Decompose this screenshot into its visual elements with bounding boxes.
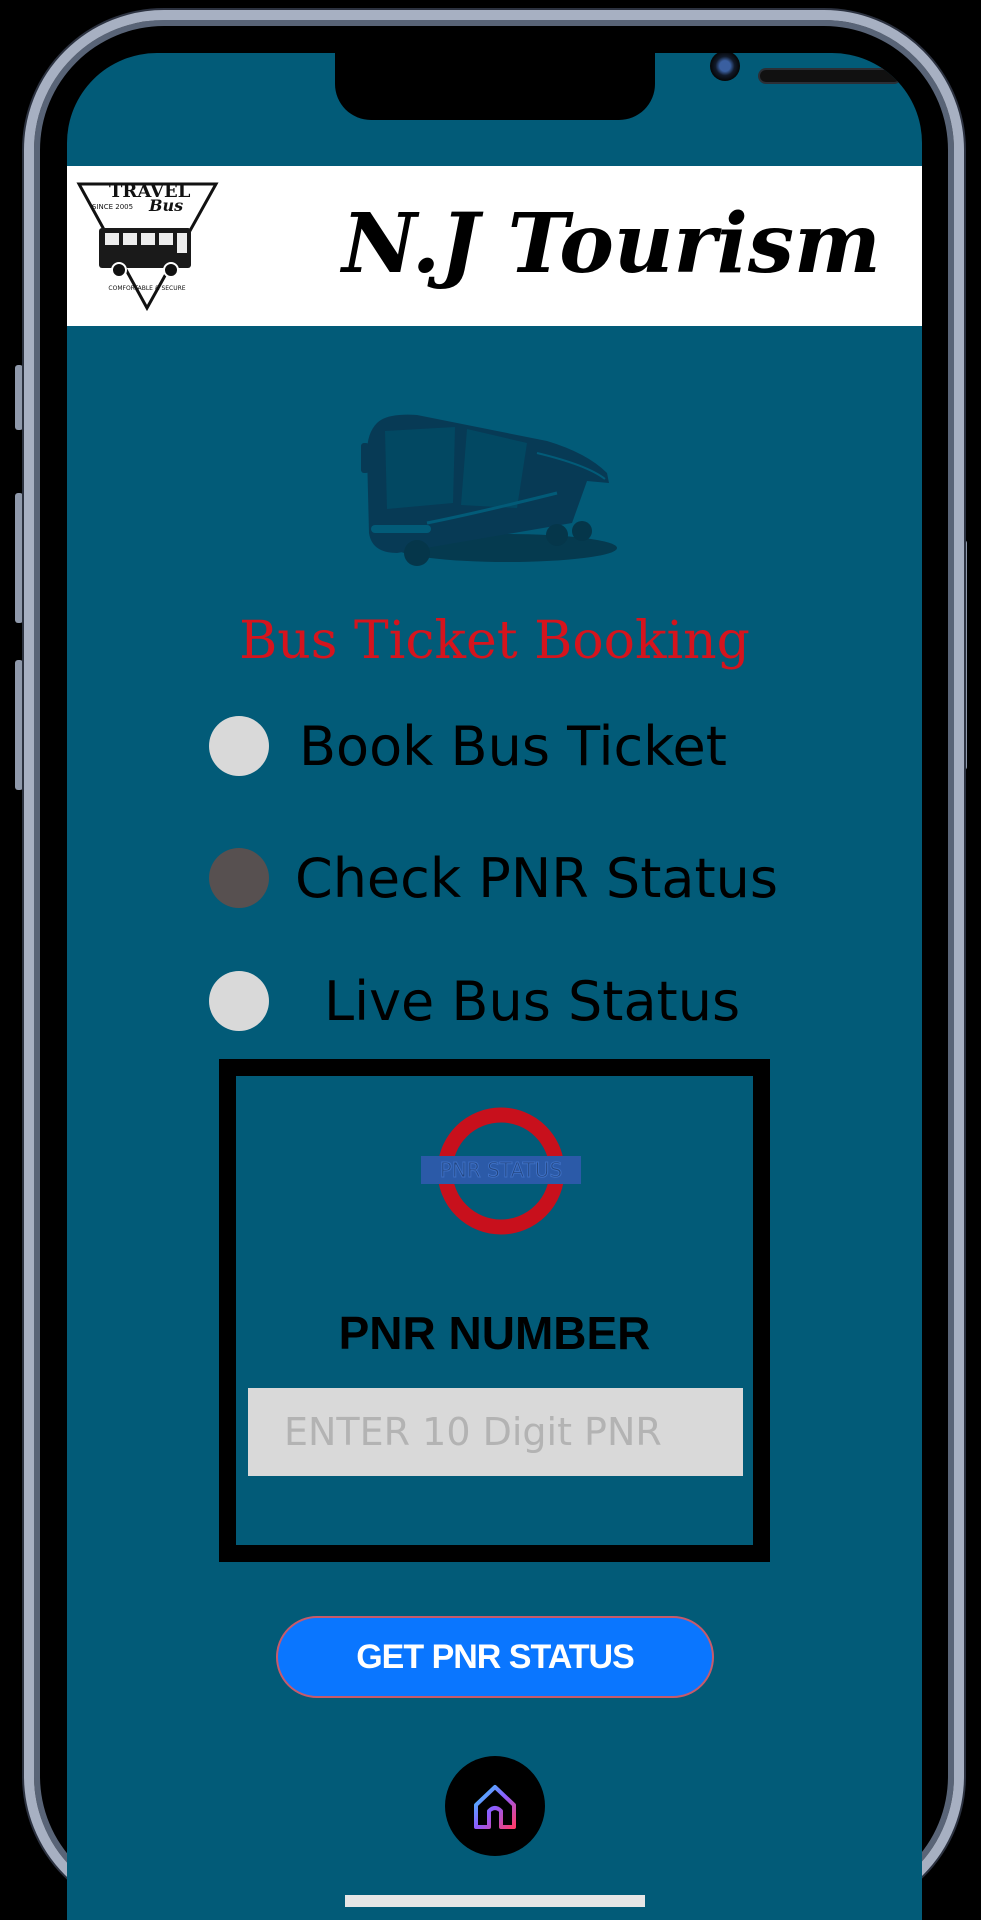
phone-device: TRAVEL Bus SINCE 2005 COMFORTABLE & SECU… <box>0 0 981 1920</box>
notch <box>335 53 902 120</box>
bus-logo-icon: TRAVEL Bus SINCE 2005 COMFORTABLE & SECU… <box>76 181 219 312</box>
option-label: Book Bus Ticket <box>299 714 727 778</box>
section-title: Bus Ticket Booking <box>239 611 750 671</box>
silent-switch <box>15 365 23 430</box>
volume-up-button <box>15 493 23 623</box>
option-label: Live Bus Status <box>324 969 741 1033</box>
pnr-input[interactable] <box>248 1388 743 1476</box>
volume-down-button <box>15 660 23 790</box>
option-book-bus-ticket[interactable]: Book Bus Ticket <box>209 711 849 781</box>
radio-check-pnr-status[interactable] <box>209 848 269 908</box>
home-indicator <box>345 1895 645 1907</box>
radio-book-bus-ticket[interactable] <box>209 716 269 776</box>
logo-brand-script: Bus <box>148 196 183 215</box>
radio-live-bus-status[interactable] <box>209 971 269 1031</box>
logo-since: SINCE 2005 <box>92 203 133 211</box>
get-pnr-status-label: GET PNR STATUS <box>356 1637 635 1676</box>
option-label: Check PNR Status <box>295 846 778 910</box>
app-title: N.J Tourism <box>342 196 881 292</box>
pnr-number-label: PNR NUMBER <box>338 1307 651 1359</box>
option-live-bus-status[interactable]: Live Bus Status <box>209 966 849 1036</box>
front-camera <box>710 53 740 81</box>
pnr-status-badge-icon: PNR STATUS <box>421 1107 581 1235</box>
app-screen: TRAVEL Bus SINCE 2005 COMFORTABLE & SECU… <box>67 53 922 1920</box>
home-button[interactable] <box>445 1756 545 1856</box>
logo-tagline: COMFORTABLE & SECURE <box>108 285 185 292</box>
bus-icon <box>361 414 617 566</box>
earpiece-speaker <box>758 68 902 84</box>
app-header: TRAVEL Bus SINCE 2005 COMFORTABLE & SECU… <box>67 166 922 326</box>
pnr-badge-text: PNR STATUS <box>440 1158 562 1182</box>
get-pnr-status-button[interactable]: GET PNR STATUS <box>276 1616 714 1698</box>
option-check-pnr-status[interactable]: Check PNR Status <box>209 843 849 913</box>
pnr-panel: PNR STATUS PNR NUMBER <box>219 1059 770 1562</box>
home-icon <box>474 1785 516 1829</box>
